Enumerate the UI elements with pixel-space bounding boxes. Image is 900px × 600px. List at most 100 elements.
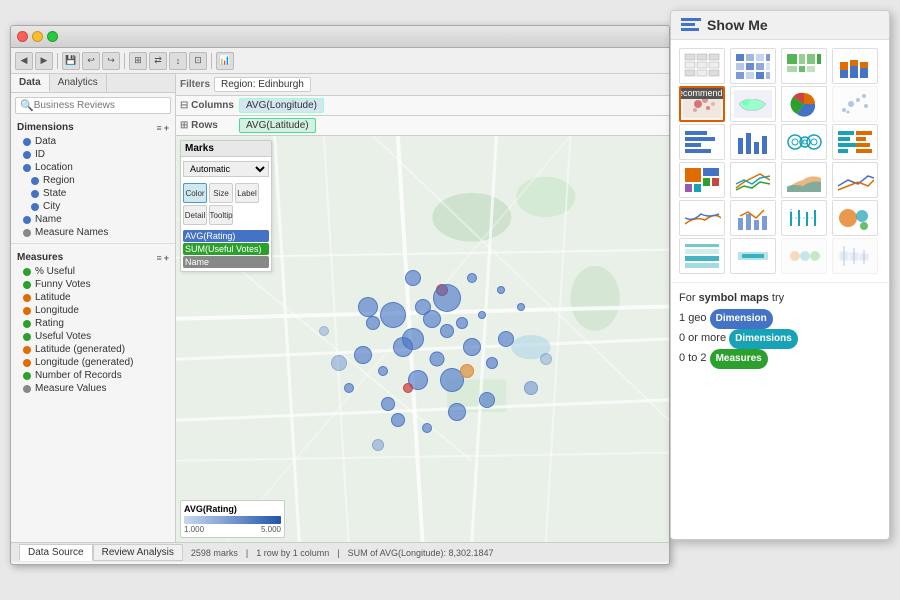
map-dot bbox=[440, 324, 454, 338]
marks-field-name[interactable]: Name bbox=[183, 256, 269, 268]
chart-scatter[interactable] bbox=[832, 86, 878, 122]
chart-histogram[interactable] bbox=[781, 238, 827, 274]
chart-gantt[interactable] bbox=[781, 200, 827, 236]
minimize-btn[interactable] bbox=[32, 31, 43, 42]
dim-city[interactable]: City bbox=[11, 200, 175, 213]
meas-num-records[interactable]: Number of Records bbox=[11, 369, 175, 382]
legend-min: 1.000 bbox=[184, 525, 204, 534]
add-dim-icon[interactable]: + bbox=[164, 123, 169, 133]
chart-horiz-line[interactable] bbox=[730, 238, 776, 274]
main-window: ◀ ▶ 💾 ↩ ↪ ⊞ ⇄ ↕ ⊡ 📊 Data Analytics 🔍 Dim… bbox=[10, 25, 670, 565]
chart-text-table[interactable] bbox=[679, 48, 725, 84]
status-tab-data-source[interactable]: Data Source bbox=[19, 544, 93, 561]
chart-highlight-table[interactable] bbox=[679, 238, 725, 274]
search-box[interactable]: 🔍 bbox=[15, 97, 171, 114]
chart-bubble[interactable] bbox=[679, 200, 725, 236]
dimensions-header: Dimensions ≡ + bbox=[11, 118, 175, 135]
dim-name[interactable]: Name bbox=[11, 213, 175, 226]
search-input[interactable] bbox=[34, 100, 166, 111]
chart-horiz-bar[interactable] bbox=[679, 124, 725, 160]
chart-box-whisker[interactable] bbox=[832, 238, 878, 274]
rows-pill[interactable]: AVG(Latitude) bbox=[239, 118, 316, 133]
chart-symbol-map[interactable]: Recommended bbox=[679, 86, 725, 122]
chart-dual-combo[interactable] bbox=[730, 200, 776, 236]
forward-icon[interactable]: ▶ bbox=[35, 52, 53, 70]
marks-header: Marks bbox=[181, 141, 271, 157]
legend-panel: AVG(Rating) 1.000 5.000 bbox=[180, 500, 285, 538]
meas-long-gen[interactable]: Longitude (generated) bbox=[11, 356, 175, 369]
chart-stacked-bar[interactable] bbox=[832, 48, 878, 84]
toolbar-separator3 bbox=[211, 53, 212, 69]
chart-pie[interactable] bbox=[781, 86, 827, 122]
redo-icon[interactable]: ↪ bbox=[102, 52, 120, 70]
maximize-btn[interactable] bbox=[47, 31, 58, 42]
filter-pill-region[interactable]: Region: Edinburgh bbox=[214, 77, 311, 92]
dim-data[interactable]: Data bbox=[11, 135, 175, 148]
chart-area[interactable] bbox=[781, 162, 827, 198]
meas-long[interactable]: Longitude bbox=[11, 304, 175, 317]
columns-pill[interactable]: AVG(Longitude) bbox=[239, 98, 324, 113]
meas-useful-pct[interactable]: % Useful bbox=[11, 265, 175, 278]
tab-data[interactable]: Data bbox=[11, 74, 50, 92]
connect-icon[interactable]: ⊞ bbox=[129, 52, 147, 70]
dim-location[interactable]: Location bbox=[11, 161, 175, 174]
swap-icon[interactable]: ⇄ bbox=[149, 52, 167, 70]
meas-icon bbox=[23, 333, 31, 341]
chart-filled-map[interactable] bbox=[730, 86, 776, 122]
status-tabs: Data Source Review Analysis bbox=[19, 544, 183, 561]
meas-icon bbox=[23, 359, 31, 367]
marks-detail-btn[interactable]: Detail bbox=[183, 205, 207, 225]
map-dot bbox=[486, 357, 498, 369]
chart-line[interactable] bbox=[730, 162, 776, 198]
map-dot bbox=[422, 423, 432, 433]
sort-meas-icon[interactable]: ≡ bbox=[156, 253, 161, 263]
marks-type-select[interactable]: Automatic bbox=[183, 161, 269, 177]
show-me-icon[interactable]: 📊 bbox=[216, 52, 234, 70]
marks-size-btn[interactable]: Size bbox=[209, 183, 233, 203]
map-dot bbox=[378, 366, 388, 376]
marks-tooltip-btn[interactable]: Tooltip bbox=[209, 205, 233, 225]
map-dot bbox=[381, 397, 395, 411]
marks-label-btn[interactable]: Label bbox=[235, 183, 259, 203]
save-icon[interactable]: 💾 bbox=[62, 52, 80, 70]
back-icon[interactable]: ◀ bbox=[15, 52, 33, 70]
close-btn[interactable] bbox=[17, 31, 28, 42]
dim-id[interactable]: ID bbox=[11, 148, 175, 161]
meas-lat[interactable]: Latitude bbox=[11, 291, 175, 304]
fit-icon[interactable]: ⊡ bbox=[189, 52, 207, 70]
dim-state[interactable]: State bbox=[11, 187, 175, 200]
marks-field-useful[interactable]: SUM(Useful Votes) bbox=[183, 243, 269, 255]
chart-heat-map[interactable] bbox=[730, 48, 776, 84]
meas-rating[interactable]: Rating bbox=[11, 317, 175, 330]
chart-treemap[interactable] bbox=[679, 162, 725, 198]
chart-vert-bar[interactable] bbox=[730, 124, 776, 160]
map-dot bbox=[430, 352, 445, 367]
undo-icon[interactable]: ↩ bbox=[82, 52, 100, 70]
footer-bold-maps: symbol maps bbox=[699, 292, 769, 304]
dim-region[interactable]: Region bbox=[11, 174, 175, 187]
meas-funny[interactable]: Funny Votes bbox=[11, 278, 175, 291]
meas-lat-gen[interactable]: Latitude (generated) bbox=[11, 343, 175, 356]
marks-color-btn[interactable]: Color bbox=[183, 183, 207, 203]
toolbar-separator2 bbox=[124, 53, 125, 69]
meas-values[interactable]: Measure Values bbox=[11, 382, 175, 395]
chart-green-boxes[interactable] bbox=[781, 48, 827, 84]
sort-icon[interactable]: ↕ bbox=[169, 52, 187, 70]
filters-label: Filters bbox=[180, 79, 210, 90]
marks-fields: AVG(Rating) SUM(Useful Votes) Name bbox=[181, 227, 271, 271]
map-dot bbox=[479, 392, 495, 408]
marks-field-rating[interactable]: AVG(Rating) bbox=[183, 230, 269, 242]
add-meas-icon[interactable]: + bbox=[164, 253, 169, 263]
chart-side-bars[interactable] bbox=[832, 124, 878, 160]
dim-measure-names[interactable]: Measure Names bbox=[11, 226, 175, 239]
tab-analytics[interactable]: Analytics bbox=[50, 74, 107, 92]
chart-dual-line[interactable] bbox=[832, 162, 878, 198]
meas-useful[interactable]: Useful Votes bbox=[11, 330, 175, 343]
status-tab-review[interactable]: Review Analysis bbox=[93, 544, 183, 561]
viz-container: Marks Automatic Color Size Label Detail … bbox=[176, 136, 669, 542]
footer-badge-measures: Measures bbox=[710, 349, 768, 369]
chart-bubble-pack[interactable] bbox=[832, 200, 878, 236]
chart-circles[interactable] bbox=[781, 124, 827, 160]
map-dot bbox=[540, 353, 552, 365]
sort-dim-icon[interactable]: ≡ bbox=[156, 123, 161, 133]
